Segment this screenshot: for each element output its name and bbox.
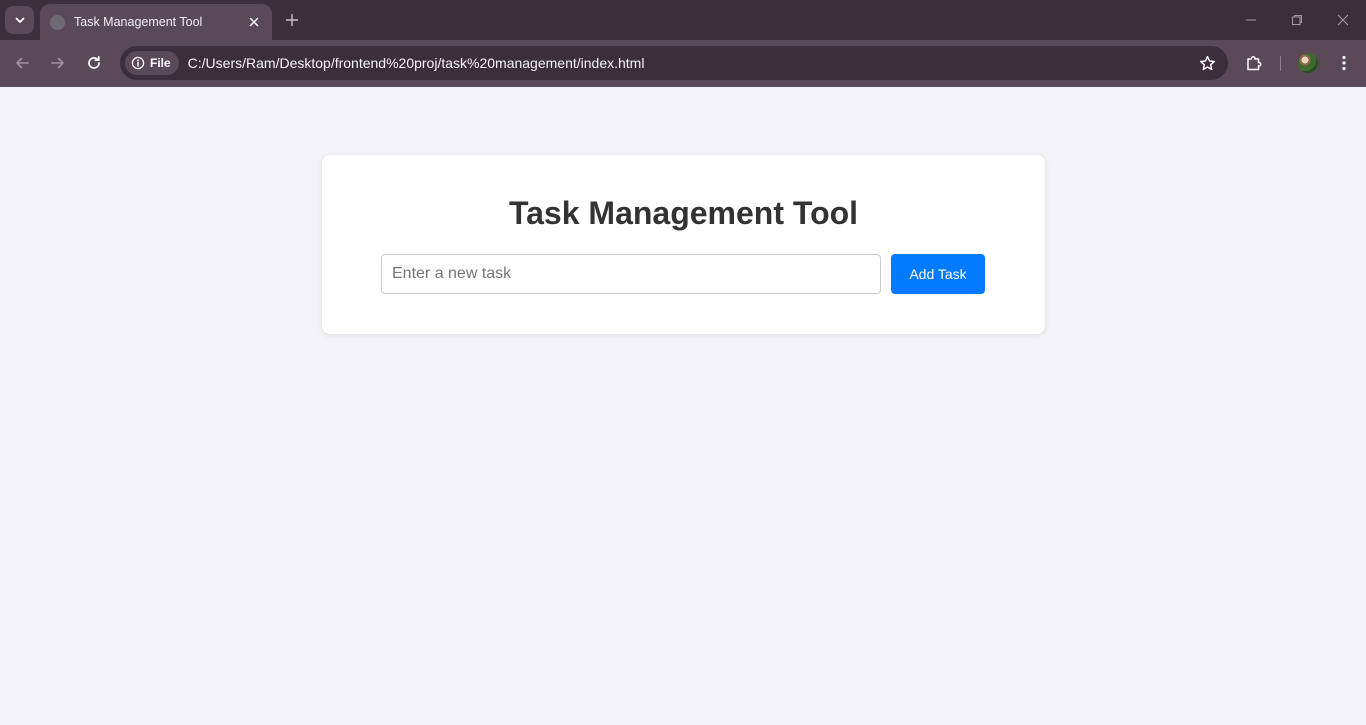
window-close-button[interactable] — [1333, 10, 1353, 30]
add-task-button[interactable]: Add Task — [891, 254, 985, 294]
url-text[interactable]: C:/Users/Ram/Desktop/frontend%20proj/tas… — [188, 55, 645, 71]
new-tab-button[interactable] — [283, 11, 301, 29]
plus-icon — [285, 13, 299, 27]
tab-search-button[interactable] — [5, 6, 34, 34]
back-button[interactable] — [11, 52, 33, 74]
task-input[interactable] — [381, 254, 881, 294]
tab-title: Task Management Tool — [74, 15, 203, 29]
minimize-icon — [1246, 19, 1256, 21]
close-icon — [1337, 14, 1349, 26]
forward-button[interactable] — [47, 52, 69, 74]
chevron-down-icon — [15, 17, 24, 23]
tab-strip: Task Management Tool — [0, 0, 1366, 40]
close-icon — [249, 17, 259, 27]
tab-close-button[interactable] — [246, 14, 262, 30]
page-viewport: Task Management Tool Add Task — [0, 87, 1366, 725]
address-bar[interactable]: File C:/Users/Ram/Desktop/frontend%20pro… — [120, 46, 1228, 80]
arrow-right-icon — [51, 57, 64, 69]
browser-tab-active[interactable]: Task Management Tool — [40, 4, 272, 40]
bookmark-button[interactable] — [1198, 54, 1216, 72]
site-info-chip[interactable]: File — [125, 51, 179, 75]
task-card: Task Management Tool Add Task — [322, 155, 1045, 334]
extensions-button[interactable] — [1244, 53, 1264, 73]
browser-menu-button[interactable] — [1335, 53, 1353, 73]
restore-button[interactable] — [1287, 10, 1307, 30]
browser-toolbar: File C:/Users/Ram/Desktop/frontend%20pro… — [0, 40, 1366, 87]
site-chip-label: File — [150, 56, 171, 70]
arrow-left-icon — [16, 57, 29, 69]
profile-avatar[interactable] — [1298, 53, 1318, 73]
puzzle-icon — [1247, 56, 1262, 71]
globe-icon — [50, 14, 65, 30]
page-title: Task Management Tool — [508, 195, 859, 231]
reload-icon — [88, 55, 100, 69]
reload-button[interactable] — [83, 52, 105, 74]
toolbar-separator — [1280, 56, 1281, 71]
star-icon — [1199, 55, 1215, 70]
minimize-button[interactable] — [1241, 10, 1261, 30]
info-icon — [131, 56, 145, 70]
restore-icon — [1292, 15, 1302, 25]
kebab-menu-icon — [1342, 55, 1346, 71]
